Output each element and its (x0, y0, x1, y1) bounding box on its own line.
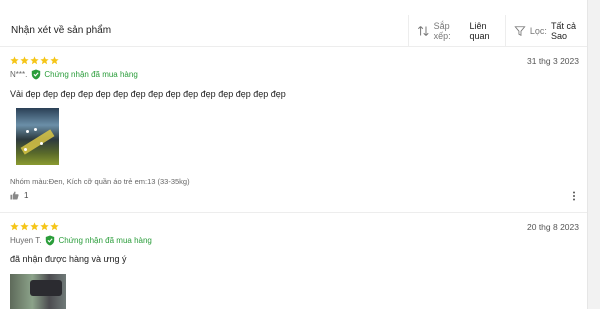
like-count: 1 (24, 191, 29, 200)
review-date: 20 thg 8 2023 (527, 222, 579, 232)
star-icon (40, 56, 49, 65)
review-photo[interactable] (10, 274, 66, 309)
reviewer-info: N***. Chứng nhận đã mua hàng (10, 69, 138, 80)
reviews-header: Nhận xét về sản phẩm Sắp xếp: Liên quan … (0, 15, 587, 47)
verified-shield-icon (46, 235, 55, 246)
filter-value: Tất cả Sao (550, 20, 576, 41)
review-item: 31 thg 3 2023 N***. Chứng nhận đã mua hà… (0, 46, 587, 213)
star-icon (10, 56, 19, 65)
purchased-variant: Nhóm màu:Đen, Kích cỡ quần áo trẻ em:13 … (10, 177, 190, 186)
review-item: 20 thg 8 2023 Huyen T. Chứng nhận đã mua… (0, 213, 587, 309)
review-comment: Vải đẹp đẹp đẹp đẹp đẹp đẹp đẹp đẹp đẹp … (10, 89, 286, 99)
review-comment: đã nhận được hàng và ưng ý (10, 254, 127, 264)
section-title: Nhận xét về sản phẩm (11, 25, 112, 36)
star-icon (40, 222, 49, 231)
reviews-panel: Nhận xét về sản phẩm Sắp xếp: Liên quan … (0, 0, 588, 309)
funnel-icon (514, 25, 526, 36)
star-icon (30, 56, 39, 65)
review-date: 31 thg 3 2023 (527, 56, 579, 66)
like-button[interactable]: 1 (10, 191, 28, 200)
sort-label: Sắp xếp: (433, 20, 451, 41)
reviewer-name: Huyen T. (10, 236, 42, 245)
sort-value: Liên quan (469, 20, 490, 41)
filter-label: Lọc: (529, 25, 547, 36)
verified-purchase-label: Chứng nhận đã mua hàng (58, 236, 152, 245)
star-icon (20, 56, 29, 65)
thumbs-up-icon (10, 191, 19, 200)
star-icon (30, 222, 39, 231)
reviewer-name: N***. (10, 70, 28, 79)
star-icon (10, 222, 19, 231)
more-options-icon[interactable] (572, 191, 576, 201)
star-icon (20, 222, 29, 231)
page-edge (588, 0, 600, 309)
star-icon (50, 222, 59, 231)
sort-dropdown[interactable]: Sắp xếp: Liên quan (408, 15, 505, 46)
verified-purchase-label: Chứng nhận đã mua hàng (44, 70, 138, 79)
star-rating (10, 222, 59, 231)
star-icon (50, 56, 59, 65)
verified-shield-icon (32, 69, 41, 80)
star-rating (10, 56, 59, 65)
reviewer-info: Huyen T. Chứng nhận đã mua hàng (10, 235, 152, 246)
sort-arrows-icon (417, 25, 429, 36)
review-photo[interactable] (16, 108, 59, 165)
filter-dropdown[interactable]: Lọc: Tất cả Sao (505, 15, 588, 46)
